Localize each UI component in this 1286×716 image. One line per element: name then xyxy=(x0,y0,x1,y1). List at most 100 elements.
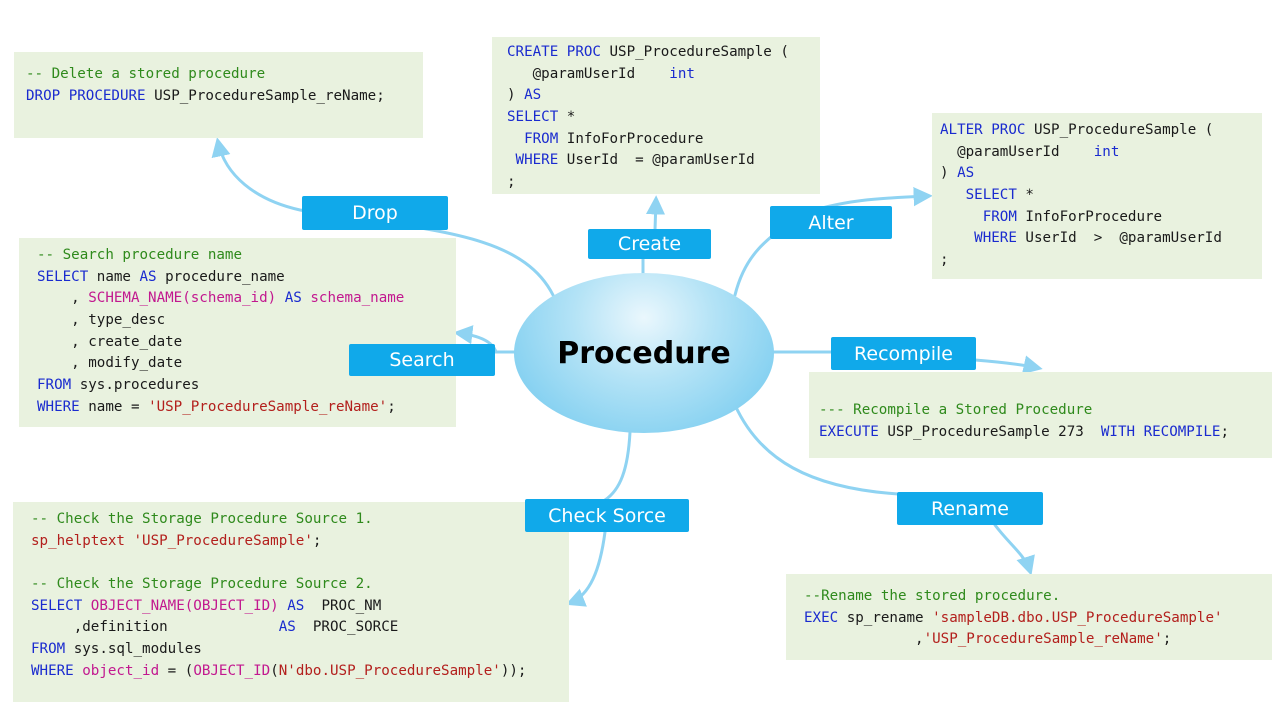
code-token: -- Check the Storage Procedure Source 1. xyxy=(31,511,373,527)
create-label: Create xyxy=(588,229,711,259)
code-line: SELECT OBJECT_NAME(OBJECT_ID) AS PROC_NM xyxy=(31,596,569,618)
code-token: procedure_name xyxy=(156,268,285,285)
drop-label: Drop xyxy=(302,196,448,230)
code-token: , xyxy=(804,631,924,648)
code-token: 'sampleDB.dbo.USP_ProcedureSample' xyxy=(932,609,1223,626)
code-token: @paramUserId xyxy=(940,143,1094,160)
code-token: AS xyxy=(287,597,305,614)
code-token: CREATE PROC xyxy=(507,44,601,60)
code-token: sys.sql_modules xyxy=(65,641,202,658)
code-token: sp_helptext 'USP_ProcedureSample' xyxy=(31,532,313,549)
code-token: --- Recompile a Stored Procedure xyxy=(819,402,1093,418)
code-token: ; xyxy=(940,252,949,269)
alter-code-block: ALTER PROC USP_ProcedureSample ( @paramU… xyxy=(932,113,1262,279)
code-line: FROM sys.sql_modules xyxy=(31,639,569,661)
code-token: N'dbo.USP_ProcedureSample' xyxy=(278,662,501,679)
code-token: USP_ProcedureSample 273 xyxy=(878,423,1101,440)
code-token: AS xyxy=(139,268,157,285)
code-line: ,'USP_ProcedureSample_reName'; xyxy=(804,629,1272,651)
code-line: --Rename the stored procedure. xyxy=(804,586,1272,608)
code-token: AS xyxy=(957,165,975,182)
code-line: WHERE UserId > @paramUserId xyxy=(940,228,1262,250)
code-token: FROM xyxy=(31,641,66,658)
code-token: * xyxy=(558,109,576,126)
code-token: ) xyxy=(507,87,525,104)
code-token: , modify_date xyxy=(37,355,183,372)
code-token: WHERE xyxy=(37,398,80,415)
check-source-code-block: -- Check the Storage Procedure Source 1.… xyxy=(13,502,569,702)
code-token: USP_ProcedureSample ( xyxy=(600,44,789,60)
code-token: SELECT xyxy=(965,187,1017,204)
code-token: WHERE xyxy=(974,230,1017,247)
code-line: , type_desc xyxy=(37,310,456,332)
code-token: sp_rename xyxy=(838,609,933,626)
alter-label: Alter xyxy=(770,206,892,239)
code-token: FROM xyxy=(37,377,72,394)
code-line: FROM InfoForProcedure xyxy=(940,207,1262,229)
code-token: WHERE xyxy=(515,152,559,169)
code-token: FROM xyxy=(524,130,559,147)
code-line: WHERE name = 'USP_ProcedureSample_reName… xyxy=(37,397,456,419)
code-line: FROM InfoForProcedure xyxy=(507,129,820,151)
code-line: FROM sys.procedures xyxy=(37,375,456,397)
code-token: SELECT xyxy=(507,109,559,126)
code-token: InfoForProcedure xyxy=(558,130,704,147)
code-token: FROM xyxy=(982,208,1017,225)
code-line: @paramUserId int xyxy=(507,64,820,86)
code-token: PROC_SORCE xyxy=(295,619,399,636)
code-token: DROP PROCEDURE xyxy=(26,87,146,104)
rename-code-block: --Rename the stored procedure. EXEC sp_re… xyxy=(786,574,1272,660)
code-token: SCHEMA_NAME(schema_id) xyxy=(88,290,277,307)
code-token: UserId > @paramUserId xyxy=(1016,230,1222,247)
code-token: USP_ProcedureSample ( xyxy=(1025,122,1214,138)
drop-code-block: -- Delete a stored procedure DROP PROCEDU… xyxy=(14,52,423,138)
code-token: PROC_NM xyxy=(304,597,382,614)
code-token: )); xyxy=(500,662,527,679)
code-line: ; xyxy=(507,172,820,194)
recompile-label: Recompile xyxy=(831,337,976,370)
code-token: -- Check the Storage Procedure Source 2. xyxy=(31,576,373,593)
code-line: WHERE UserId = @paramUserId xyxy=(507,150,820,172)
code-token: SELECT xyxy=(31,597,83,614)
code-line: SELECT * xyxy=(940,185,1262,207)
code-token: -- Search procedure name xyxy=(37,247,242,263)
code-line: EXECUTE USP_ProcedureSample 273 WITH REC… xyxy=(819,422,1272,444)
code-token: object_id xyxy=(82,662,160,679)
code-token: ; xyxy=(1220,423,1230,440)
code-token: AS xyxy=(284,290,302,307)
code-token: 'USP_ProcedureSample_reName' xyxy=(148,398,388,415)
code-line: EXEC sp_rename 'sampleDB.dbo.USP_Procedu… xyxy=(804,608,1272,630)
search-code-block: -- Search procedure name SELECT name AS p… xyxy=(19,238,456,427)
code-line: @paramUserId int xyxy=(940,142,1262,164)
code-token: ; xyxy=(387,398,396,415)
code-line: -- Search procedure name xyxy=(37,245,456,267)
code-token: name xyxy=(88,268,140,285)
code-line: -- Delete a stored procedure xyxy=(26,64,423,86)
code-token: ; xyxy=(312,532,322,549)
code-token: SELECT xyxy=(37,268,89,285)
recompile-code-block: --- Recompile a Stored Procedure EXECUTE … xyxy=(809,372,1272,458)
code-token: EXECUTE xyxy=(819,423,879,440)
code-line xyxy=(31,552,569,574)
search-label: Search xyxy=(349,344,495,376)
code-token: OBJECT_NAME(OBJECT_ID) xyxy=(90,597,279,614)
code-token: ALTER PROC xyxy=(940,122,1026,138)
code-line: ) AS xyxy=(507,85,820,107)
code-token: @paramUserId xyxy=(507,65,670,82)
code-line: CREATE PROC USP_ProcedureSample ( xyxy=(507,42,820,64)
center-title: Procedure xyxy=(557,335,731,371)
code-line: sp_helptext 'USP_ProcedureSample'; xyxy=(31,531,569,553)
code-line: WHERE object_id = (OBJECT_ID(N'dbo.USP_P… xyxy=(31,661,569,683)
code-line: SELECT * xyxy=(507,107,820,129)
code-token: ( xyxy=(270,662,279,679)
code-line: ALTER PROC USP_ProcedureSample ( xyxy=(940,120,1262,142)
code-token: OBJECT_ID xyxy=(193,662,271,679)
code-token: schema_name xyxy=(310,290,405,307)
